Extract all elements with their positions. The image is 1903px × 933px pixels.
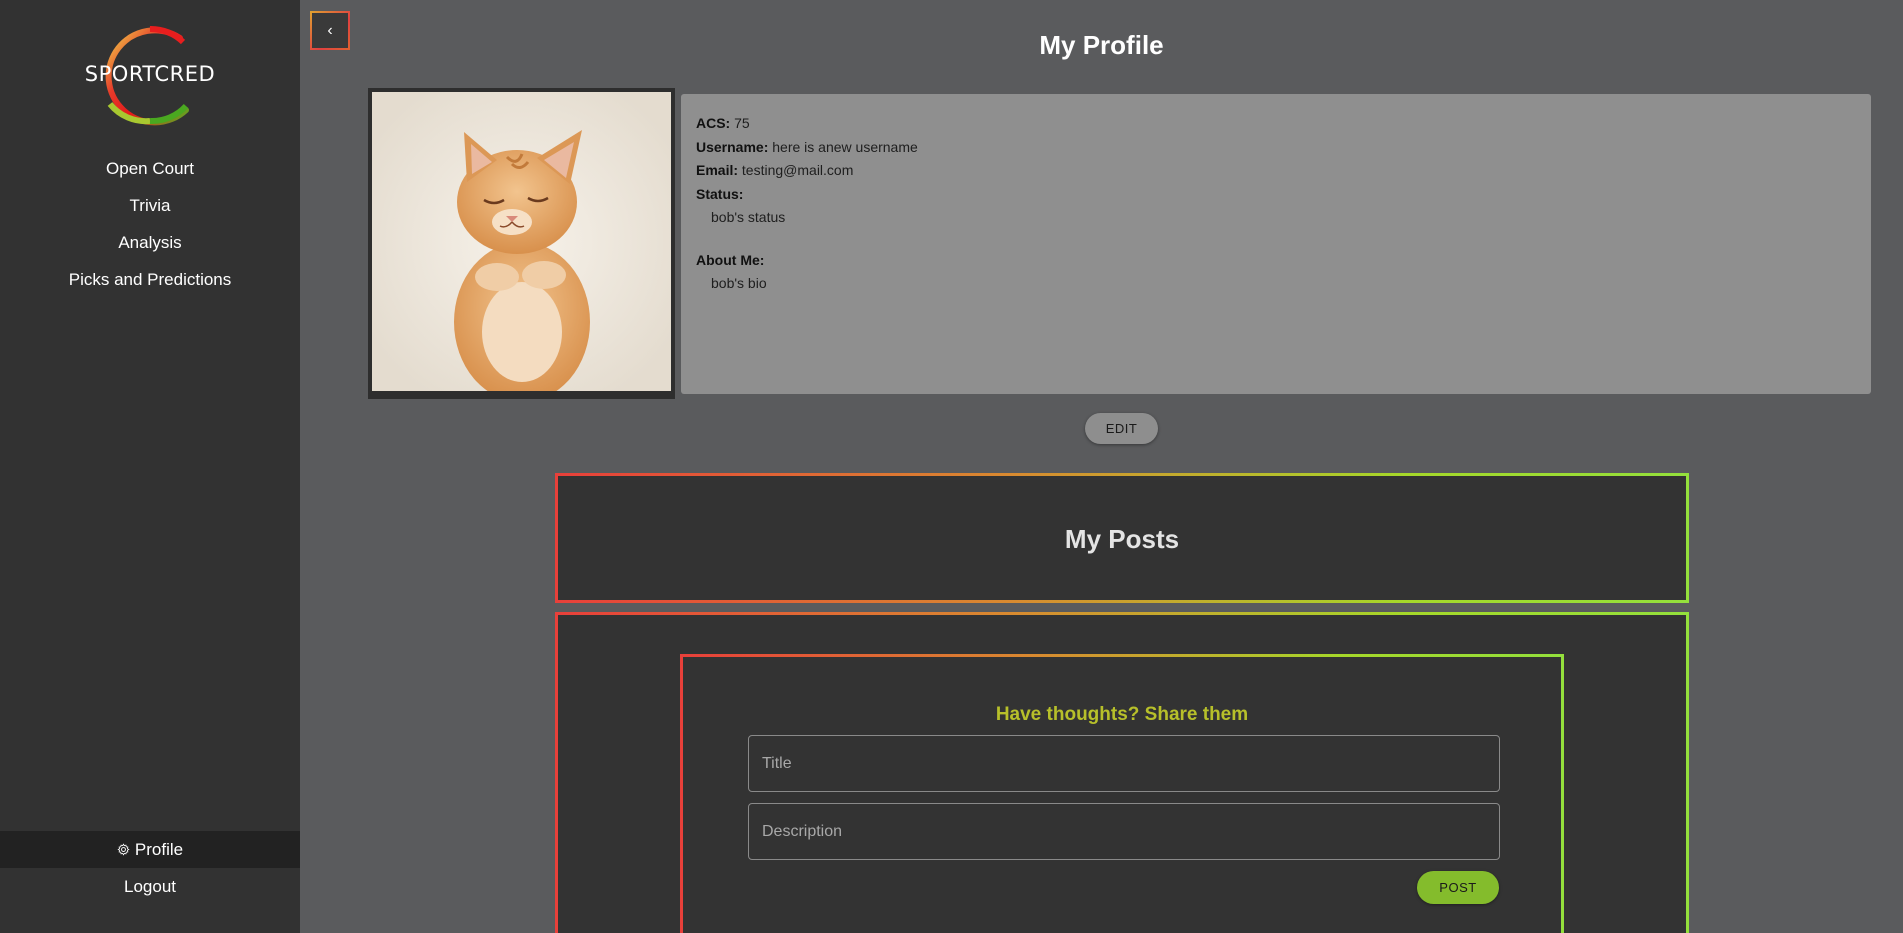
- about-value: bob's bio: [711, 275, 767, 291]
- sidebar-item-logout[interactable]: Logout: [0, 868, 300, 905]
- acs-value: 75: [730, 115, 750, 131]
- sidebar-item-profile[interactable]: Profile: [0, 831, 300, 868]
- post-button[interactable]: POST: [1417, 871, 1499, 904]
- logo-text: SPORTCRED: [84, 62, 216, 86]
- sportcred-logo[interactable]: SPORTCRED: [80, 22, 220, 128]
- about-row: About Me:: [696, 249, 1856, 273]
- sidebar-item-trivia[interactable]: Trivia: [0, 187, 300, 224]
- status-label: Status:: [696, 185, 744, 202]
- username-row: Username: here is anew username: [696, 136, 1856, 160]
- sidebar-bottom-nav: Profile Logout: [0, 831, 300, 905]
- page-title: My Profile: [1039, 30, 1164, 60]
- profile-photo[interactable]: [372, 92, 671, 391]
- status-value: bob's status: [711, 209, 786, 225]
- my-posts-title: My Posts: [1064, 524, 1180, 554]
- profile-info-box: ACS: 75 Username: here is anew username …: [681, 94, 1871, 394]
- sidebar-item-analysis[interactable]: Analysis: [0, 224, 300, 261]
- profile-photo-frame: [368, 88, 675, 399]
- share-post-form: Have thoughts? Share them Title Descript…: [680, 654, 1564, 933]
- my-posts-header: My Posts: [555, 473, 1689, 603]
- email-value: testing@mail.com: [738, 162, 854, 178]
- username-label: Username:: [696, 138, 769, 155]
- sidebar: SPORTCRED Open Court Trivia Analysis Pic…: [0, 0, 300, 933]
- post-title-input[interactable]: Title: [748, 735, 1500, 792]
- share-title: Have thoughts? Share them: [995, 704, 1249, 725]
- acs-label: ACS:: [696, 115, 731, 131]
- username-value: here is anew username: [768, 138, 918, 155]
- sidebar-item-open-court[interactable]: Open Court: [0, 150, 300, 187]
- edit-button[interactable]: EDIT: [1085, 413, 1158, 444]
- about-label: About Me:: [696, 251, 765, 268]
- sidebar-nav: Open Court Trivia Analysis Picks and Pre…: [0, 150, 300, 298]
- gear-icon: [117, 843, 130, 856]
- kitten-image: [372, 92, 671, 391]
- sidebar-item-picks-and-predictions[interactable]: Picks and Predictions: [0, 261, 300, 298]
- post-description-input[interactable]: Description: [748, 803, 1500, 860]
- status-row: Status:: [696, 183, 1856, 207]
- sidebar-item-profile-label: Profile: [134, 840, 184, 859]
- acs-row: ACS: 75: [696, 112, 1856, 136]
- email-label: Email:: [696, 162, 739, 178]
- email-row: Email: testing@mail.com: [696, 159, 1856, 183]
